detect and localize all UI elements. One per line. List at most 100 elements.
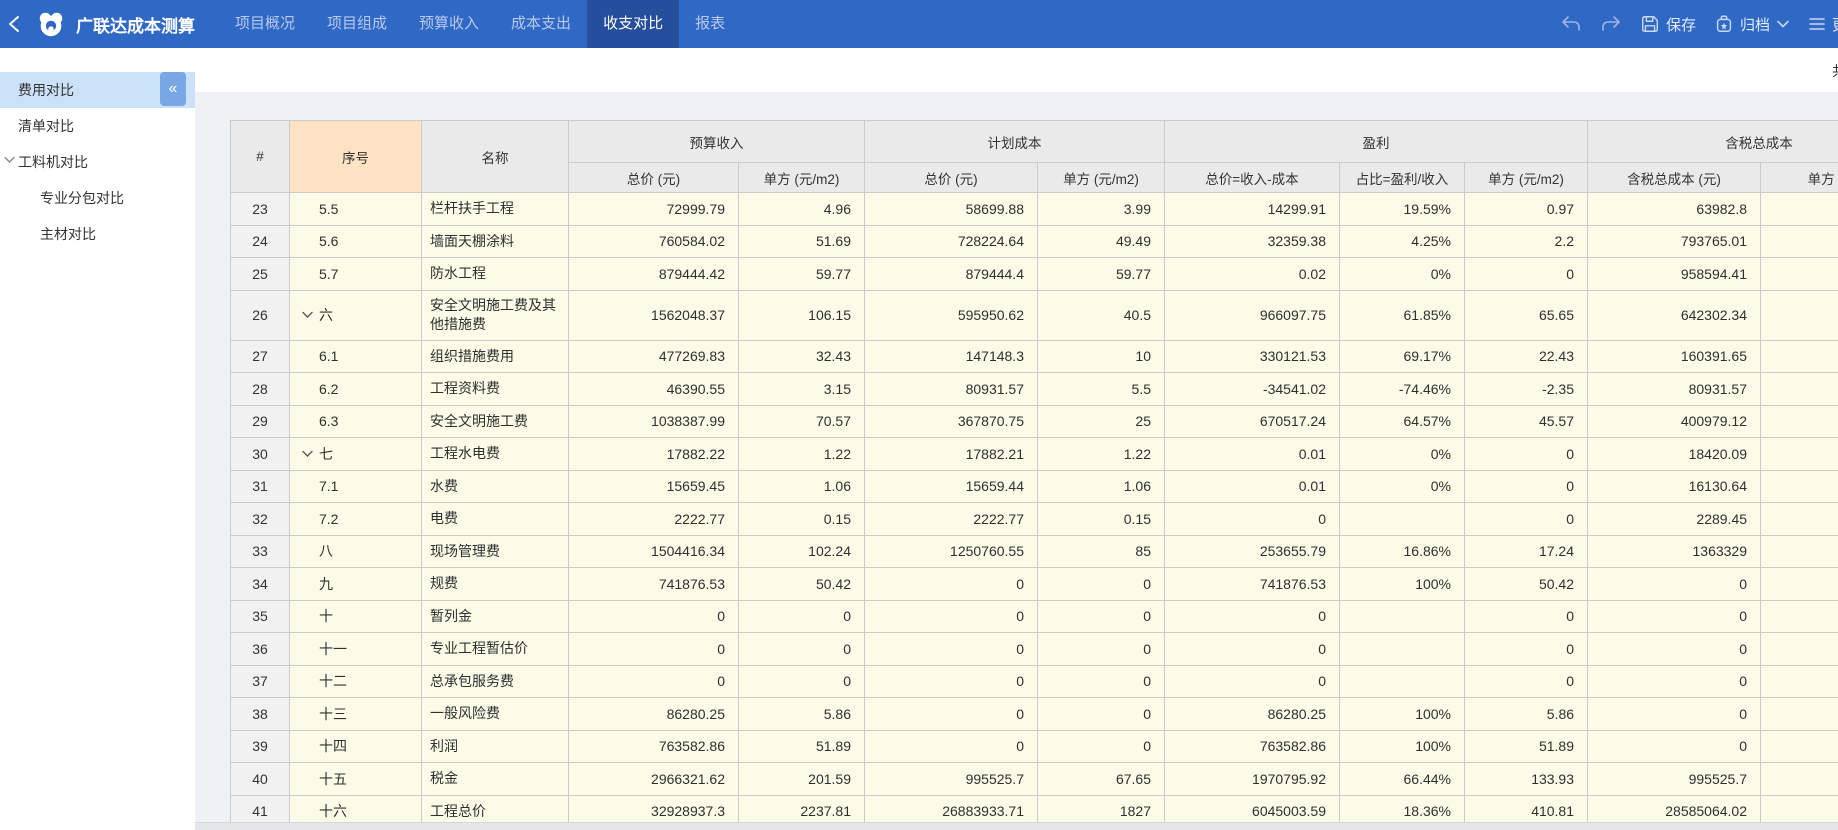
- row-value-0[interactable]: 1562048.37: [569, 290, 739, 340]
- row-value-7[interactable]: 958594.41: [1588, 258, 1761, 291]
- row-value-4[interactable]: 86280.25: [1165, 698, 1340, 731]
- row-value-1[interactable]: 5.86: [739, 698, 865, 731]
- row-value-4[interactable]: -34541.02: [1165, 373, 1340, 406]
- row-value-7[interactable]: 0: [1588, 600, 1761, 633]
- row-value-4[interactable]: 966097.75: [1165, 290, 1340, 340]
- row-index[interactable]: 27: [231, 340, 290, 373]
- row-value-3[interactable]: 0: [1038, 633, 1165, 666]
- row-value-4[interactable]: 32359.38: [1165, 225, 1340, 258]
- row-value-2[interactable]: 367870.75: [865, 405, 1038, 438]
- row-value-4[interactable]: 0.02: [1165, 258, 1340, 291]
- more-button[interactable]: 更多: [1808, 14, 1838, 35]
- row-value-5[interactable]: 0%: [1340, 258, 1465, 291]
- row-name[interactable]: 现场管理费: [422, 535, 569, 568]
- row-value-4[interactable]: 0: [1165, 633, 1340, 666]
- row-index[interactable]: 39: [231, 730, 290, 763]
- row-seq[interactable]: 6.2: [290, 373, 422, 406]
- row-value-4[interactable]: 741876.53: [1165, 568, 1340, 601]
- row-value-4[interactable]: 0.01: [1165, 470, 1340, 503]
- row-index[interactable]: 28: [231, 373, 290, 406]
- row-value-1[interactable]: 0: [739, 665, 865, 698]
- row-value-4[interactable]: 0: [1165, 665, 1340, 698]
- row-value-3[interactable]: 49.49: [1038, 225, 1165, 258]
- row-value-2[interactable]: 147148.3: [865, 340, 1038, 373]
- row-index[interactable]: 36: [231, 633, 290, 666]
- row-value-6[interactable]: 2.2: [1465, 225, 1588, 258]
- row-index[interactable]: 23: [231, 193, 290, 226]
- row-value-3[interactable]: 1.22: [1038, 438, 1165, 471]
- row-value-1[interactable]: 1.06: [739, 470, 865, 503]
- row-value-5[interactable]: [1340, 600, 1465, 633]
- row-value-5[interactable]: 16.86%: [1340, 535, 1465, 568]
- row-value-4[interactable]: 14299.91: [1165, 193, 1340, 226]
- row-value-3[interactable]: 40.5: [1038, 290, 1165, 340]
- row-value-3[interactable]: 0: [1038, 730, 1165, 763]
- row-value-2[interactable]: 595950.62: [865, 290, 1038, 340]
- collapse-sidebar-button[interactable]: «: [160, 72, 186, 106]
- row-seq[interactable]: 十三: [290, 698, 422, 731]
- row-seq[interactable]: 6.3: [290, 405, 422, 438]
- row-value-2[interactable]: 0: [865, 698, 1038, 731]
- row-value-0[interactable]: 760584.02: [569, 225, 739, 258]
- row-name[interactable]: 工程资料费: [422, 373, 569, 406]
- row-value-0[interactable]: 46390.55: [569, 373, 739, 406]
- row-value-4[interactable]: 763582.86: [1165, 730, 1340, 763]
- row-value-7[interactable]: 0: [1588, 665, 1761, 698]
- row-expand-caret-icon[interactable]: [302, 450, 319, 458]
- row-value-1[interactable]: 1.22: [739, 438, 865, 471]
- row-seq[interactable]: 十: [290, 600, 422, 633]
- row-value-7[interactable]: 0: [1588, 568, 1761, 601]
- row-value-0[interactable]: 17882.22: [569, 438, 739, 471]
- row-value-0[interactable]: 0: [569, 633, 739, 666]
- save-button[interactable]: 保存: [1640, 14, 1696, 35]
- row-value-7[interactable]: 0: [1588, 633, 1761, 666]
- row-value-0[interactable]: 879444.42: [569, 258, 739, 291]
- row-seq[interactable]: 5.5: [290, 193, 422, 226]
- row-value-1[interactable]: 70.57: [739, 405, 865, 438]
- row-name[interactable]: 电费: [422, 503, 569, 536]
- row-value-2[interactable]: 0: [865, 568, 1038, 601]
- row-value-1[interactable]: 32.43: [739, 340, 865, 373]
- row-value-6[interactable]: 0: [1465, 258, 1588, 291]
- row-value-2[interactable]: 0: [865, 633, 1038, 666]
- row-value-4[interactable]: 0: [1165, 503, 1340, 536]
- row-name[interactable]: 墙面天棚涂料: [422, 225, 569, 258]
- row-value-5[interactable]: [1340, 503, 1465, 536]
- row-value-0[interactable]: 2222.77: [569, 503, 739, 536]
- row-value-4[interactable]: 1970795.92: [1165, 763, 1340, 796]
- row-value-2[interactable]: 0: [865, 665, 1038, 698]
- row-name[interactable]: 专业工程暂估价: [422, 633, 569, 666]
- row-value-1[interactable]: 51.89: [739, 730, 865, 763]
- row-value-0[interactable]: 72999.79: [569, 193, 739, 226]
- row-seq[interactable]: 六: [290, 290, 422, 340]
- row-value-8[interactable]: [1761, 503, 1838, 536]
- row-seq[interactable]: 7.2: [290, 503, 422, 536]
- row-value-7[interactable]: 995525.7: [1588, 763, 1761, 796]
- row-value-5[interactable]: 0%: [1340, 438, 1465, 471]
- row-value-5[interactable]: 100%: [1340, 568, 1465, 601]
- row-seq[interactable]: 十五: [290, 763, 422, 796]
- row-value-0[interactable]: 15659.45: [569, 470, 739, 503]
- row-value-3[interactable]: 0: [1038, 665, 1165, 698]
- row-value-3[interactable]: 3.99: [1038, 193, 1165, 226]
- row-name[interactable]: 一般风险费: [422, 698, 569, 731]
- row-value-1[interactable]: 0: [739, 633, 865, 666]
- row-name[interactable]: 防水工程: [422, 258, 569, 291]
- row-seq[interactable]: 5.7: [290, 258, 422, 291]
- row-value-5[interactable]: 100%: [1340, 698, 1465, 731]
- row-index[interactable]: 24: [231, 225, 290, 258]
- row-value-2[interactable]: 17882.21: [865, 438, 1038, 471]
- row-value-2[interactable]: 1250760.55: [865, 535, 1038, 568]
- row-value-4[interactable]: 670517.24: [1165, 405, 1340, 438]
- row-name[interactable]: 安全文明施工费及其他措施费: [422, 290, 569, 340]
- archive-button[interactable]: 归档: [1714, 14, 1790, 35]
- row-value-5[interactable]: [1340, 665, 1465, 698]
- row-value-3[interactable]: 1.06: [1038, 470, 1165, 503]
- row-value-3[interactable]: 67.65: [1038, 763, 1165, 796]
- row-value-3[interactable]: 10: [1038, 340, 1165, 373]
- row-value-6[interactable]: 50.42: [1465, 568, 1588, 601]
- row-value-6[interactable]: 0: [1465, 503, 1588, 536]
- row-value-0[interactable]: 86280.25: [569, 698, 739, 731]
- row-index[interactable]: 32: [231, 503, 290, 536]
- row-index[interactable]: 25: [231, 258, 290, 291]
